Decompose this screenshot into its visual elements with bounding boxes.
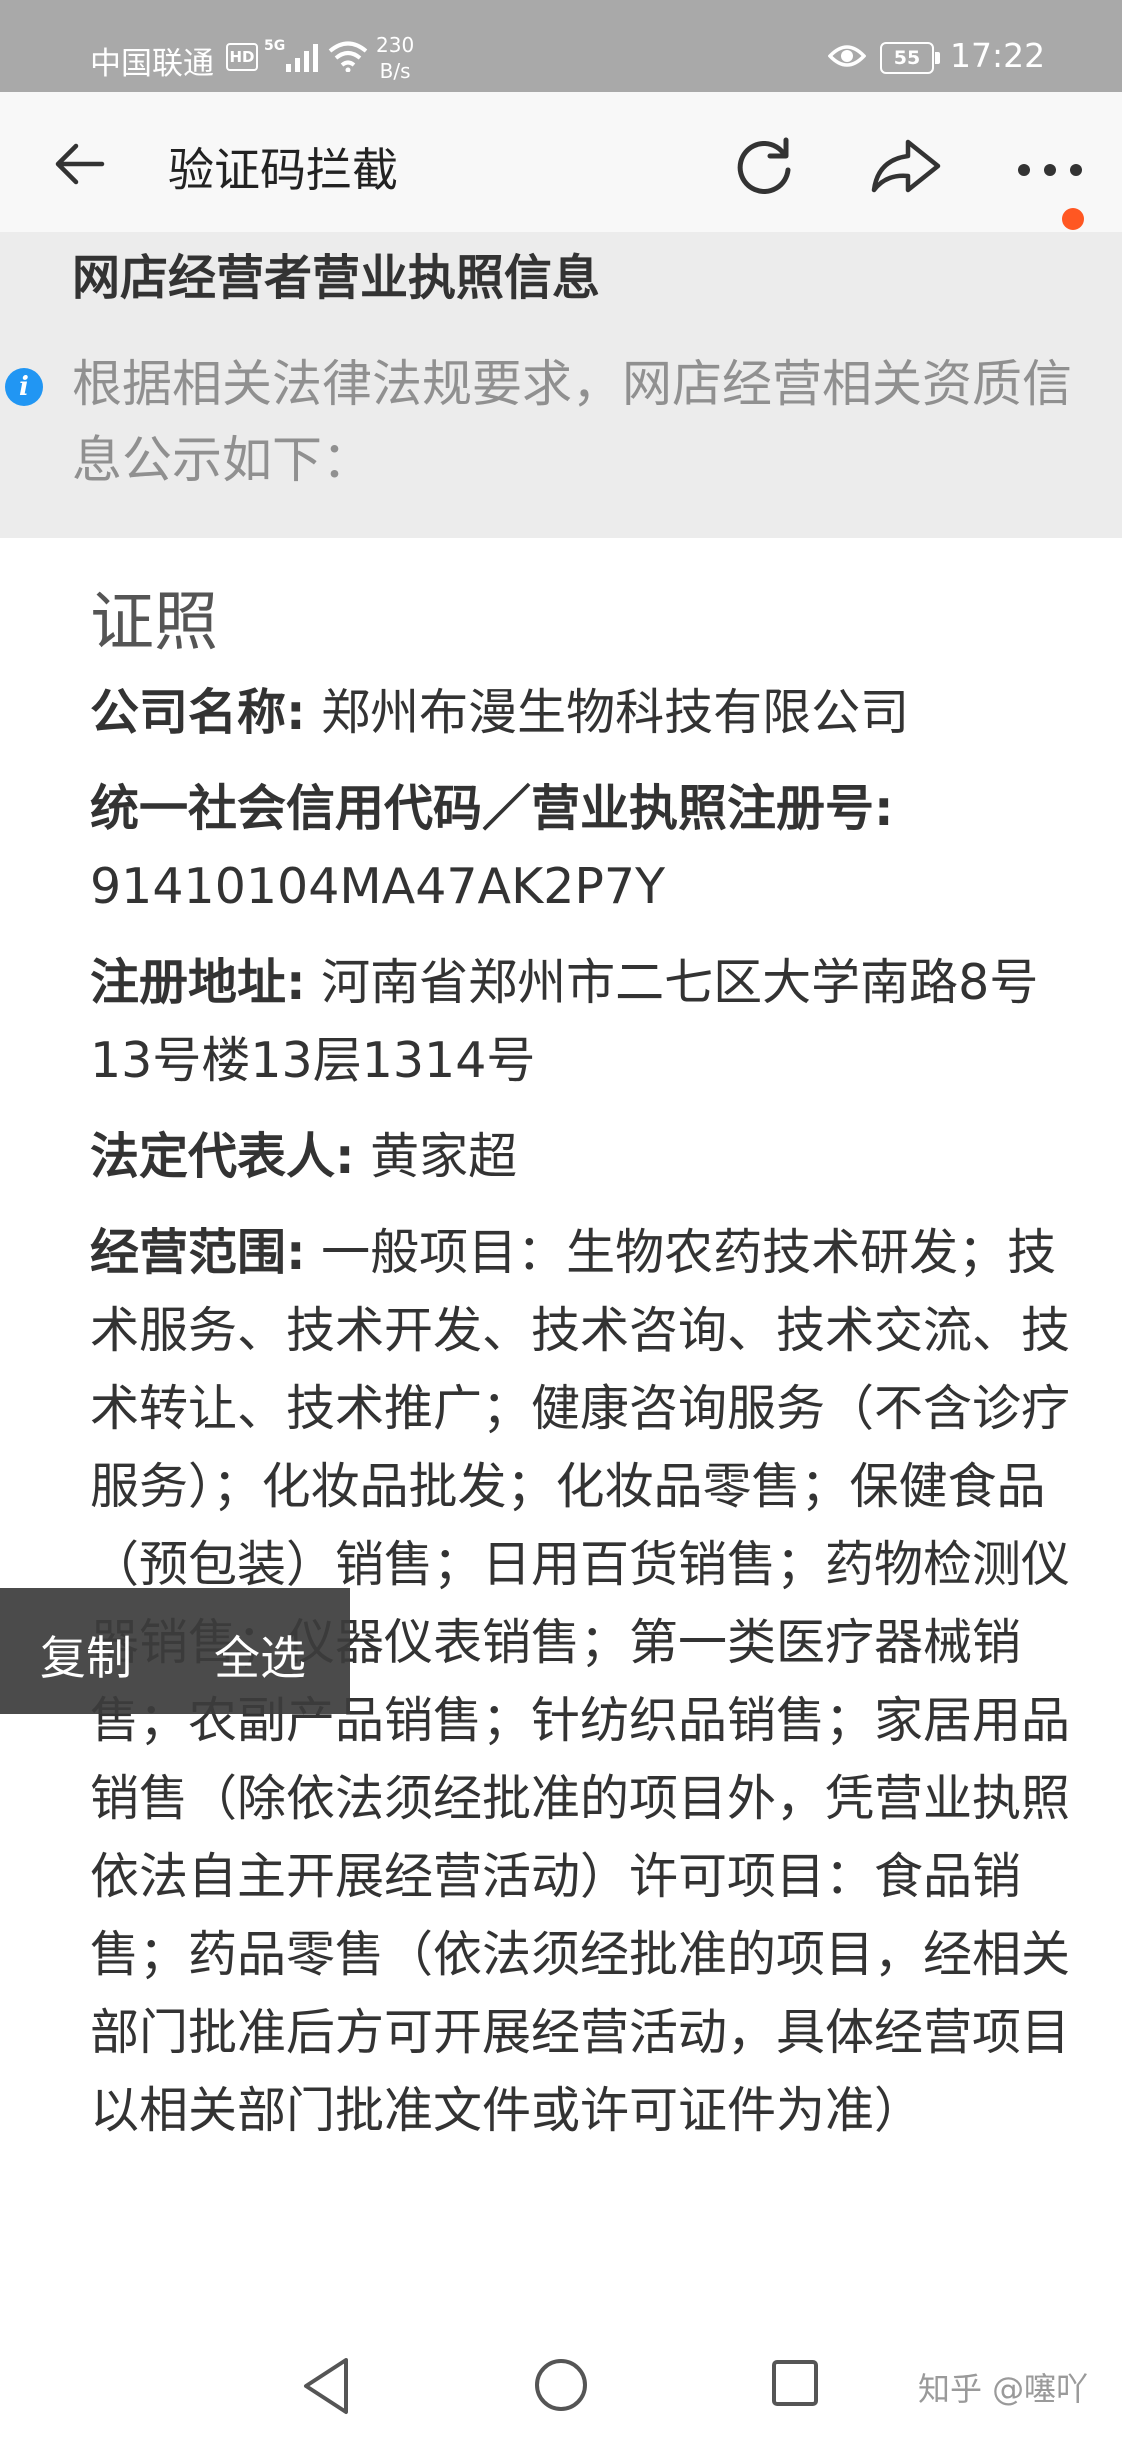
nav-back-icon[interactable] (300, 2356, 352, 2416)
legal-rep-field: 法定代表人: 黄家超 (90, 1118, 1090, 1196)
address-field: 注册地址: 河南省郑州市二七区大学南路8号13号楼13层1314号 (90, 944, 1090, 1100)
company-name-field: 公司名称: 郑州布漫生物科技有限公司 (90, 674, 1090, 752)
network-speed-value: 230 (376, 33, 415, 57)
page-title: 验证码拦截 (168, 143, 398, 197)
license-content: 证照 公司名称: 郑州布漫生物科技有限公司 统一社会信用代码／营业执照注册号: … (90, 580, 1090, 2168)
notice-text: 根据相关法律法规要求，网店经营相关资质信息公示如下： (72, 355, 1072, 489)
notice-panel: 网店经营者营业执照信息 i 根据相关法律法规要求，网店经营相关资质信息公示如下： (0, 232, 1122, 538)
notice-title: 网店经营者营业执照信息 (72, 250, 601, 306)
field-label: 经营范围: (90, 1224, 306, 1281)
field-value: 黄家超 (354, 1128, 518, 1185)
app-bar: 验证码拦截 (0, 92, 1122, 232)
field-label: 统一社会信用代码／营业执照注册号: (90, 780, 894, 837)
battery-icon: 55 (880, 42, 940, 74)
hd-badge: HD (226, 43, 258, 71)
status-bar: 中国联通 HD 5G 230 B/s 55 17:22 (0, 0, 1122, 92)
wifi-icon (328, 41, 368, 72)
field-label: 注册地址: (90, 954, 306, 1011)
section-title: 证照 (90, 586, 218, 660)
watermark: 知乎 @噻吖 (918, 2370, 1089, 2408)
field-value: 91410104MA47AK2P7Y (90, 858, 666, 915)
eye-comfort-icon (828, 45, 866, 67)
copy-button[interactable]: 复制 (40, 1622, 132, 1688)
share-icon[interactable] (868, 132, 944, 200)
clock: 17:22 (950, 36, 1046, 75)
network-speed: 230 B/s (376, 32, 414, 84)
system-nav-bar: 知乎 @噻吖 (0, 2330, 1122, 2442)
nav-recent-icon[interactable] (770, 2358, 820, 2408)
more-icon[interactable] (1010, 132, 1090, 200)
field-value: 郑州布漫生物科技有限公司 (305, 684, 910, 741)
credit-code-field: 统一社会信用代码／营业执照注册号: 91410104MA47AK2P7Y (90, 770, 1090, 926)
back-arrow-icon[interactable] (52, 136, 108, 192)
network-speed-unit: B/s (379, 59, 411, 83)
select-all-button[interactable]: 全选 (214, 1622, 306, 1688)
network-type: 5G (264, 38, 286, 54)
field-label: 公司名称: (90, 684, 306, 741)
carrier-name: 中国联通 (90, 46, 214, 82)
info-icon: i (5, 368, 43, 406)
battery-level: 55 (893, 47, 921, 69)
signal-icon (286, 44, 318, 72)
refresh-icon[interactable] (730, 132, 798, 200)
nav-home-icon[interactable] (532, 2356, 590, 2414)
text-selection-popup: 复制 全选 (0, 1588, 350, 1714)
field-label: 法定代表人: (90, 1128, 355, 1185)
notification-dot (1062, 208, 1084, 230)
